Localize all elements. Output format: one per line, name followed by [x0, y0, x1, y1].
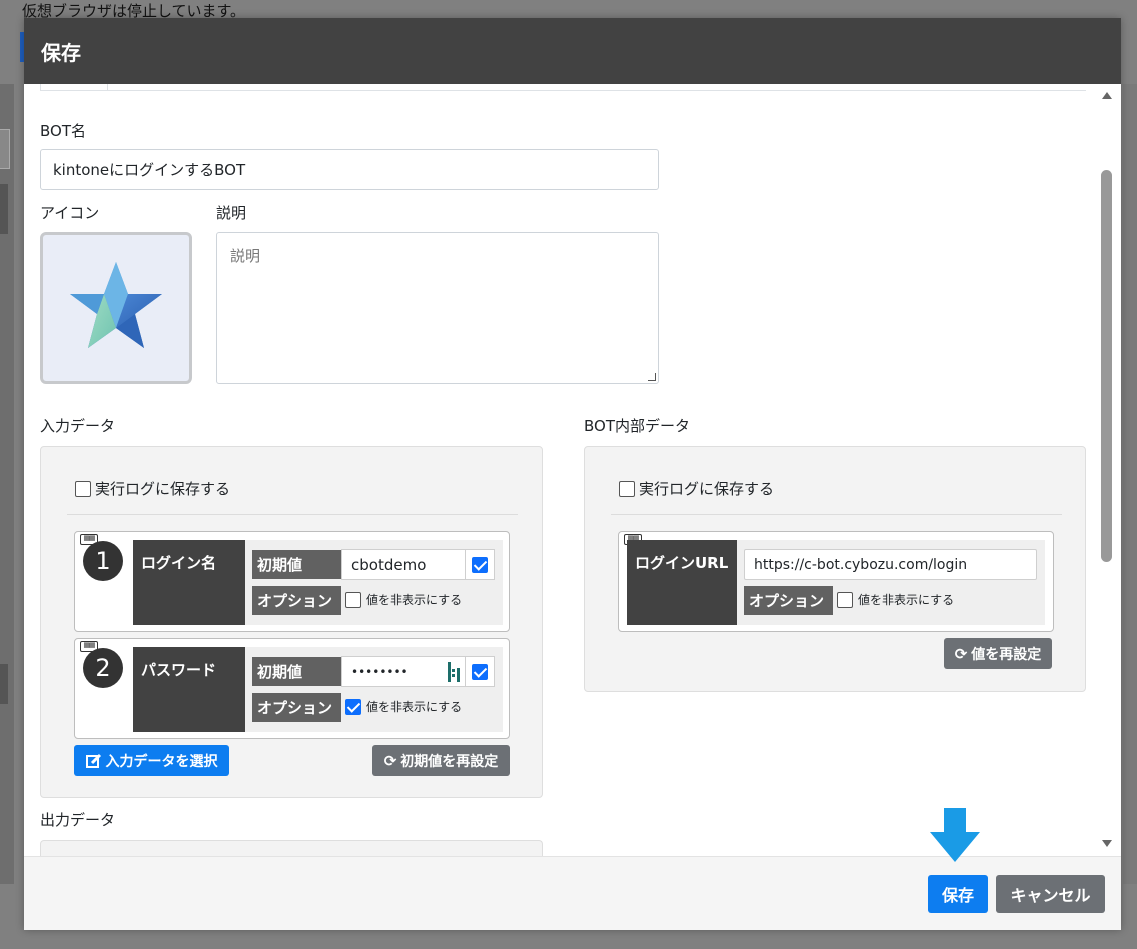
checkbox-icon [345, 591, 361, 608]
reset-values-button[interactable]: ⟳ 値を再設定 [944, 638, 1052, 669]
item-name: ログインURL [627, 540, 737, 625]
item-number-badge: 1 [83, 541, 123, 581]
checkbox-icon [619, 480, 635, 497]
checkbox-label: 実行ログに保存する [639, 480, 775, 498]
description-textarea[interactable]: 説明 [216, 232, 659, 384]
cancel-button[interactable]: キャンセル [996, 875, 1105, 913]
reset-initial-values-button[interactable]: ⟳ 初期値を再設定 [372, 745, 510, 776]
button-label: 初期値を再設定 [400, 753, 499, 770]
input-data-label: 入力データ [40, 417, 116, 435]
bot-icon-picker[interactable] [40, 232, 192, 384]
edit-icon [85, 753, 101, 768]
initial-value-enable-checkbox[interactable] [465, 549, 495, 580]
scroll-down-icon[interactable] [1102, 840, 1112, 847]
checkbox-icon [75, 480, 91, 497]
option-tag: オプション [252, 586, 341, 615]
option-tag: オプション [252, 693, 341, 722]
hide-value-label: 値を非表示にする [366, 593, 463, 607]
description-placeholder: 説明 [230, 247, 261, 265]
panel-divider [67, 514, 518, 515]
background-right-pane [1123, 84, 1137, 884]
pointer-arrow-down-icon [930, 808, 980, 862]
item-name: パスワード [133, 647, 245, 732]
checkbox-icon [837, 591, 853, 608]
icon-label: アイコン [40, 204, 100, 222]
refresh-icon: ⟳ [954, 644, 968, 663]
dialog-scrollbar[interactable] [1099, 84, 1115, 856]
output-data-label: 出力データ [40, 811, 116, 829]
refresh-icon: ⟳ [383, 751, 397, 770]
internal-save-log-checkbox[interactable]: 実行ログに保存する [619, 478, 774, 499]
output-data-panel [40, 840, 543, 856]
dialog-body[interactable]: BOT名 kintoneにログインするBOT アイコン 説明 説明 入力データ … [24, 84, 1121, 856]
input-item-login-name[interactable]: ▦▦ 1 ログイン名 初期値 cbotdemo オプション 値を非表示にする [74, 531, 510, 632]
internal-data-panel: 実行ログに保存する ▦▦ ログインURL https://c-bot.cyboz… [584, 446, 1086, 692]
dialog-title: 保存 [41, 40, 81, 65]
bot-name-label: BOT名 [40, 122, 86, 140]
description-label: 説明 [216, 204, 247, 222]
resize-handle-icon[interactable] [648, 373, 656, 381]
hide-value-label: 値を非表示にする [858, 593, 955, 607]
checkbox-checked-icon [472, 663, 488, 680]
star-icon [70, 262, 162, 348]
initial-value-tag: 初期値 [252, 657, 341, 686]
panel-divider [611, 514, 1062, 515]
item-fields: 初期値 •••••••• オプション 値を非表示にする [245, 647, 503, 732]
checkbox-checked-icon [345, 698, 361, 715]
select-input-data-button[interactable]: 入力データを選択 [74, 745, 229, 776]
option-tag: オプション [744, 586, 833, 615]
item-fields: https://c-bot.cybozu.com/login オプション 値を非… [737, 540, 1045, 625]
checkbox-label: 実行ログに保存する [95, 480, 231, 498]
bot-name-input[interactable]: kintoneにログインするBOT [40, 149, 659, 190]
checkbox-checked-icon [472, 556, 488, 573]
hide-value-checkbox[interactable]: 値を非表示にする [345, 591, 462, 608]
password-input[interactable]: •••••••• [341, 656, 466, 687]
initial-value-input[interactable]: cbotdemo [341, 549, 466, 580]
internal-data-label: BOT内部データ [584, 417, 690, 435]
hide-value-label: 値を非表示にする [366, 700, 463, 714]
item-fields: 初期値 cbotdemo オプション 値を非表示にする [245, 540, 503, 625]
save-dialog: 保存 BOT名 kintoneにログインするBOT アイコン 説明 説明 入力デ… [24, 18, 1121, 930]
hide-value-checkbox[interactable]: 値を非表示にする [345, 698, 462, 715]
scroll-thumb[interactable] [1101, 170, 1112, 562]
hide-value-checkbox[interactable]: 値を非表示にする [837, 591, 954, 608]
background-left-pane [0, 84, 14, 884]
save-button[interactable]: 保存 [928, 875, 988, 913]
internal-item-login-url[interactable]: ▦▦ ログインURL https://c-bot.cybozu.com/logi… [618, 531, 1054, 632]
button-label: 入力データを選択 [105, 753, 218, 770]
password-manager-icon[interactable] [447, 662, 461, 682]
login-url-input[interactable]: https://c-bot.cybozu.com/login [744, 549, 1037, 580]
password-dots: •••••••• [351, 664, 408, 679]
button-label: 値を再設定 [971, 646, 1042, 663]
input-save-log-checkbox[interactable]: 実行ログに保存する [75, 478, 230, 499]
input-item-password[interactable]: ▦▦ 2 パスワード 初期値 •••••••• オプション 値を非表示にする [74, 638, 510, 739]
input-data-panel: 実行ログに保存する ▦▦ 1 ログイン名 初期値 cbotdemo オプション … [40, 446, 543, 798]
tab-divider [40, 90, 1086, 91]
initial-value-tag: 初期値 [252, 550, 341, 579]
item-name: ログイン名 [133, 540, 245, 625]
dialog-header: 保存 [24, 18, 1121, 84]
dialog-footer: 保存 キャンセル [24, 856, 1121, 930]
scroll-up-icon[interactable] [1102, 92, 1112, 99]
item-number-badge: 2 [83, 648, 123, 688]
initial-value-enable-checkbox[interactable] [465, 656, 495, 687]
